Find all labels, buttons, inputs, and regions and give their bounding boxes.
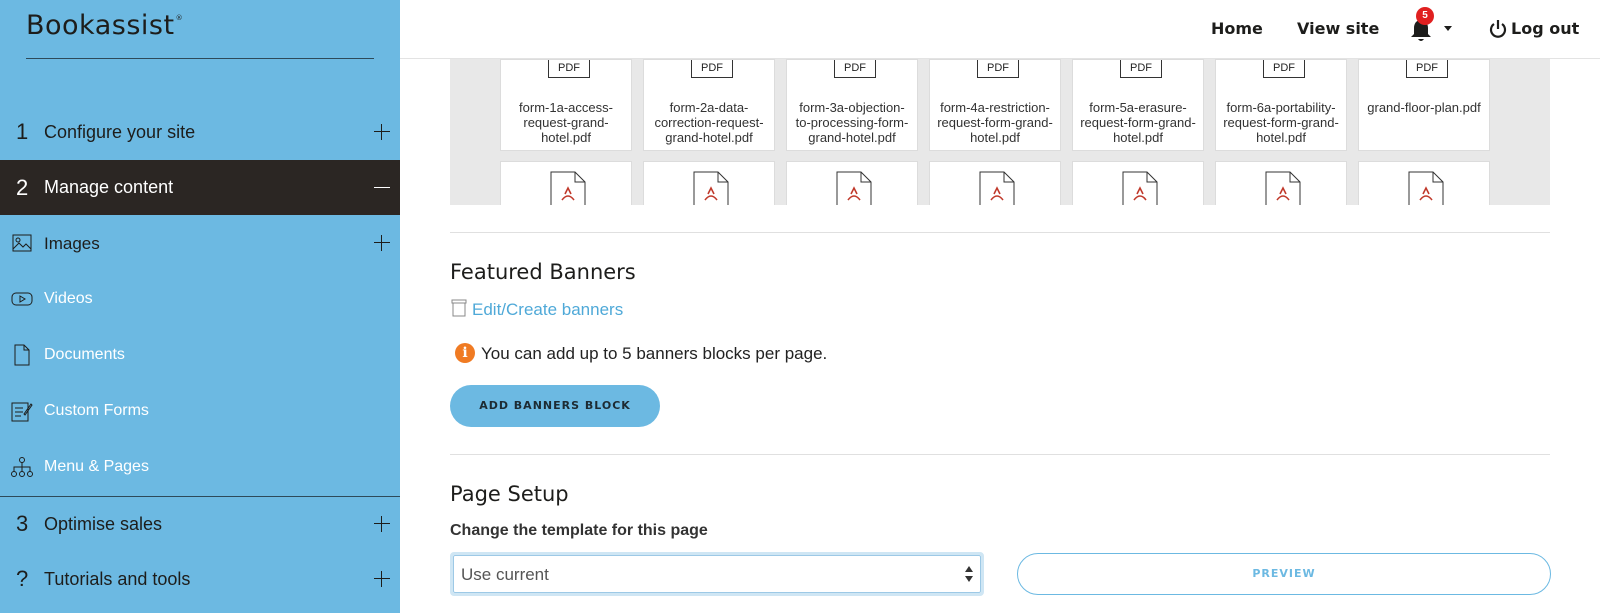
file-name: form-3a-objection-to-processing-form-gra… bbox=[795, 100, 909, 145]
image-icon bbox=[12, 234, 32, 252]
pdf-file-icon bbox=[550, 171, 586, 205]
expand-icon[interactable] bbox=[374, 571, 390, 587]
expand-icon[interactable] bbox=[374, 124, 390, 140]
file-card[interactable] bbox=[1072, 161, 1204, 205]
pdf-label: PDF bbox=[1120, 60, 1162, 78]
file-card[interactable]: PDF form-4a-restriction-request-form-gra… bbox=[929, 59, 1061, 151]
pdf-label: PDF bbox=[691, 60, 733, 78]
file-name: form-5a-erasure-request-form-grand-hotel… bbox=[1080, 100, 1196, 145]
video-icon bbox=[11, 292, 33, 306]
pdf-label: PDF bbox=[548, 60, 590, 78]
file-name: form-6a-portability-request-form-grand-h… bbox=[1223, 100, 1339, 145]
sidebar-item-label: Images bbox=[44, 234, 100, 253]
file-card[interactable]: PDF form-6a-portability-request-form-gra… bbox=[1215, 59, 1347, 151]
file-card[interactable]: PDF form-5a-erasure-request-form-grand-h… bbox=[1072, 59, 1204, 151]
section-label: Tutorials and tools bbox=[44, 568, 191, 589]
nav-section-manage-content[interactable]: 2 Manage content bbox=[0, 160, 400, 215]
page-setup-heading: Page Setup bbox=[450, 482, 569, 506]
featured-banners-heading: Featured Banners bbox=[450, 260, 636, 284]
section-label: Manage content bbox=[44, 177, 174, 197]
sidebar-item-images[interactable]: Images bbox=[0, 223, 400, 263]
nav-section-configure[interactable]: 1 Configure your site bbox=[0, 111, 400, 153]
file-card[interactable] bbox=[786, 161, 918, 205]
pdf-file-icon bbox=[1265, 171, 1301, 205]
brand-logo[interactable]: Bookassist® bbox=[26, 10, 183, 41]
section-label: Optimise sales bbox=[44, 513, 163, 534]
file-card[interactable] bbox=[643, 161, 775, 205]
chevron-down-icon[interactable] bbox=[1444, 26, 1452, 31]
sidebar-item-label: Custom Forms bbox=[44, 402, 149, 419]
pdf-label: PDF bbox=[1406, 60, 1448, 78]
pdf-file-icon bbox=[1122, 171, 1158, 205]
file-card[interactable]: PDF form-3a-objection-to-processing-form… bbox=[786, 59, 918, 151]
home-link[interactable]: Home bbox=[1211, 19, 1263, 38]
form-icon bbox=[11, 402, 33, 422]
sort-arrows-icon bbox=[965, 566, 973, 582]
section-number: 3 bbox=[16, 511, 29, 536]
pdf-label: PDF bbox=[834, 60, 876, 78]
file-card[interactable] bbox=[500, 161, 632, 205]
sidebar-item-label: Menu & Pages bbox=[44, 458, 149, 475]
preview-button[interactable]: PREVIEW bbox=[1017, 553, 1551, 595]
logo-divider bbox=[26, 58, 374, 59]
file-name: form-2a-data-correction-request-grand-ho… bbox=[654, 100, 764, 145]
banner-icon bbox=[451, 299, 467, 317]
pdf-file-icon bbox=[836, 171, 872, 205]
view-site-link[interactable]: View site bbox=[1297, 19, 1379, 38]
section-number: 1 bbox=[16, 119, 29, 144]
file-name: form-4a-restriction-request-form-grand-h… bbox=[937, 100, 1053, 145]
expand-icon[interactable] bbox=[374, 516, 390, 532]
top-bar: Home View site 5 Log out bbox=[400, 0, 1600, 59]
pdf-label: PDF bbox=[1263, 60, 1305, 78]
file-card[interactable] bbox=[1215, 161, 1347, 205]
sidebar-item-custom-forms[interactable]: Custom Forms bbox=[0, 391, 400, 431]
file-card[interactable]: PDF form-1a-access-request-grand-hotel.p… bbox=[500, 59, 632, 151]
sidebar-item-label: Videos bbox=[44, 290, 93, 307]
pdf-file-icon bbox=[979, 171, 1015, 205]
sidebar-item-videos[interactable]: Videos bbox=[0, 279, 400, 319]
section-divider bbox=[450, 232, 1550, 233]
template-select[interactable]: Use current bbox=[450, 552, 984, 596]
pdf-file-icon bbox=[693, 171, 729, 205]
sidebar-item-documents[interactable]: Documents bbox=[0, 335, 400, 375]
pdf-label: PDF bbox=[977, 60, 1019, 78]
sidebar-item-menu-pages[interactable]: Menu & Pages bbox=[0, 447, 400, 487]
document-icon bbox=[14, 344, 30, 366]
collapse-icon[interactable] bbox=[374, 180, 390, 196]
file-card[interactable]: PDF form-2a-data-correction-request-gran… bbox=[643, 59, 775, 151]
nav-section-tutorials[interactable]: ? Tutorials and tools bbox=[0, 558, 400, 600]
sidebar: Bookassist® 1 Configure your site 2 Mana… bbox=[0, 0, 400, 613]
info-icon: i bbox=[455, 343, 475, 363]
file-card[interactable]: PDF grand-floor-plan.pdf bbox=[1358, 59, 1490, 151]
nav-section-optimise-sales[interactable]: 3 Optimise sales bbox=[0, 503, 400, 545]
file-card[interactable] bbox=[1358, 161, 1490, 205]
section-divider bbox=[450, 454, 1550, 455]
sidebar-divider bbox=[0, 496, 400, 497]
section-number: 2 bbox=[16, 174, 29, 200]
logout-link[interactable]: Log out bbox=[1511, 19, 1579, 38]
documents-grid: PDF form-1a-access-request-grand-hotel.p… bbox=[450, 59, 1550, 205]
sidebar-item-label: Documents bbox=[44, 346, 125, 363]
template-select-value: Use current bbox=[461, 565, 549, 584]
edit-create-banners-link[interactable]: Edit/Create banners bbox=[472, 300, 623, 320]
section-label: Configure your site bbox=[44, 121, 196, 142]
file-card[interactable] bbox=[929, 161, 1061, 205]
template-field-label: Change the template for this page bbox=[450, 522, 708, 539]
pdf-file-icon bbox=[1408, 171, 1444, 205]
section-number: ? bbox=[16, 566, 29, 591]
notification-badge: 5 bbox=[1416, 7, 1434, 25]
file-name: form-1a-access-request-grand-hotel.pdf bbox=[519, 100, 613, 145]
sitemap-icon bbox=[11, 457, 33, 477]
expand-icon[interactable] bbox=[374, 235, 390, 251]
power-icon[interactable] bbox=[1488, 19, 1508, 39]
banners-info-text: You can add up to 5 banners blocks per p… bbox=[481, 344, 828, 363]
add-banners-block-button[interactable]: ADD BANNERS BLOCK bbox=[450, 385, 660, 427]
file-name: grand-floor-plan.pdf bbox=[1367, 100, 1481, 115]
